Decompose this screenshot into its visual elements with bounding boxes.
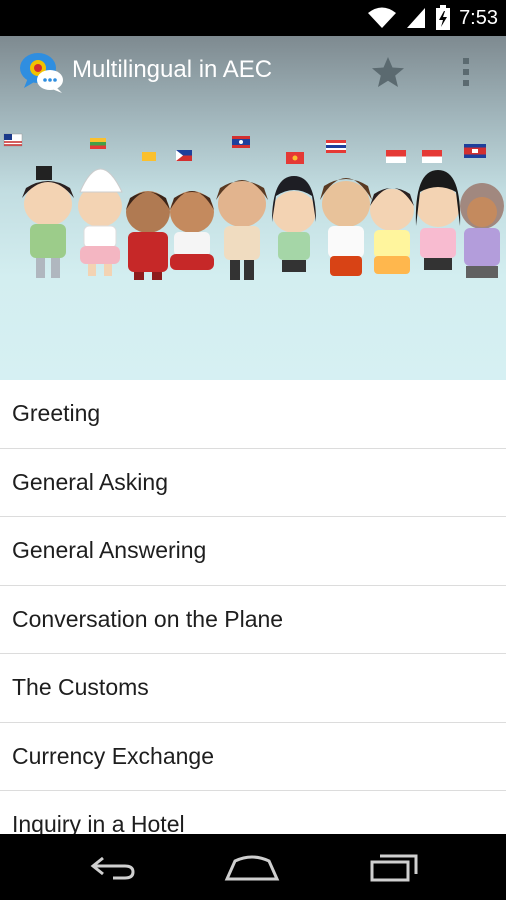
- flag-icons: [3, 133, 486, 164]
- wifi-icon: [367, 6, 397, 30]
- banner-illustration: [3, 133, 504, 280]
- back-icon[interactable]: [82, 847, 142, 887]
- overflow-menu-icon[interactable]: [452, 52, 480, 92]
- chat-bubbles-icon[interactable]: [18, 48, 66, 96]
- home-icon[interactable]: [222, 847, 282, 887]
- list-item-currency-exchange[interactable]: Currency Exchange: [0, 723, 506, 791]
- navigation-bar: [0, 834, 506, 900]
- recent-apps-icon[interactable]: [364, 847, 424, 887]
- star-icon[interactable]: [368, 52, 408, 92]
- list-item-greeting[interactable]: Greeting: [0, 380, 506, 449]
- clock: 7:53: [459, 6, 498, 29]
- topic-list: Greeting General Asking General Answerin…: [0, 380, 506, 834]
- app-title: Multilingual in AEC: [72, 56, 273, 83]
- chibi-characters: [22, 166, 504, 280]
- status-bar: 7:53: [0, 0, 506, 36]
- list-item-inquiry-in-a-hotel[interactable]: Inquiry in a Hotel: [0, 791, 506, 834]
- cell-signal-icon: [405, 6, 427, 30]
- list-item-the-customs[interactable]: The Customs: [0, 654, 506, 723]
- list-item-conversation-on-the-plane[interactable]: Conversation on the Plane: [0, 586, 506, 654]
- action-bar: Multilingual in AEC: [0, 36, 506, 108]
- header-banner: Multilingual in AEC: [0, 36, 506, 380]
- list-item-general-answering[interactable]: General Answering: [0, 517, 506, 586]
- list-item-general-asking[interactable]: General Asking: [0, 449, 506, 517]
- battery-charging-icon: [435, 5, 451, 31]
